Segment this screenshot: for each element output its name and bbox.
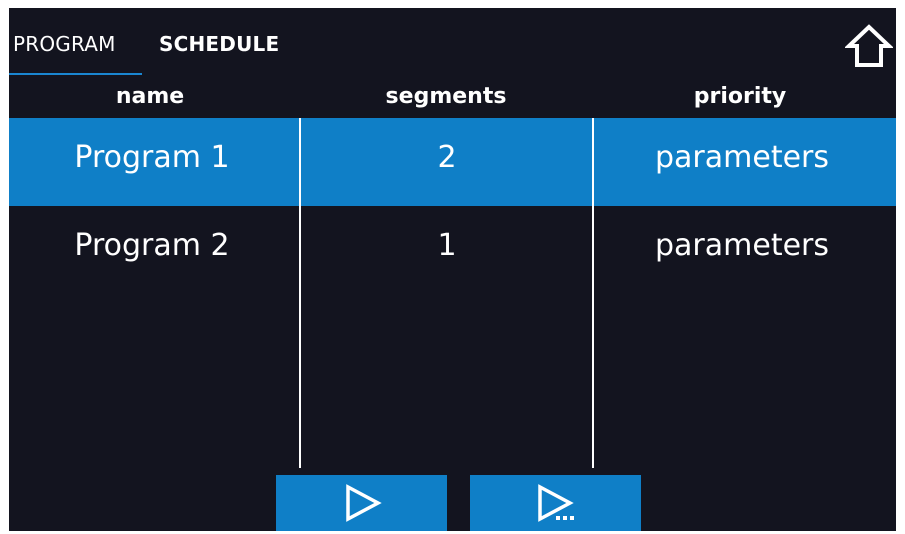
play-icon <box>346 484 382 522</box>
column-header-name: name <box>115 84 185 109</box>
start-program-button[interactable] <box>276 475 447 531</box>
program-name: Program 2 <box>74 228 230 263</box>
program-segments: 1 <box>437 228 457 263</box>
home-button[interactable] <box>843 23 895 69</box>
program-priority: parameters <box>654 228 830 263</box>
active-tab-indicator <box>9 73 142 75</box>
start-from-segment-button[interactable] <box>470 475 641 531</box>
column-header-priority: priority <box>693 84 787 109</box>
tab-program[interactable]: PROGRAM <box>13 32 116 56</box>
program-priority: parameters <box>654 140 830 175</box>
column-divider <box>592 118 594 468</box>
column-header-segments: segments <box>385 84 507 109</box>
tab-schedule[interactable]: SCHEDULE <box>159 32 279 56</box>
tab-bar: PROGRAM SCHEDULE <box>9 8 409 84</box>
program-list: Program 1 2 parameters Program 2 1 param… <box>9 118 896 294</box>
program-name: Program 1 <box>74 140 230 175</box>
table-row[interactable]: Program 2 1 parameters <box>9 206 896 294</box>
program-screen: PROGRAM SCHEDULE name segments priority … <box>9 8 896 531</box>
column-divider <box>299 118 301 468</box>
table-row[interactable]: Program 1 2 parameters <box>9 118 896 206</box>
home-icon <box>843 24 895 67</box>
play-from-segment-icon <box>538 484 574 522</box>
program-segments: 2 <box>437 140 457 175</box>
table-header: name segments priority <box>9 82 896 118</box>
